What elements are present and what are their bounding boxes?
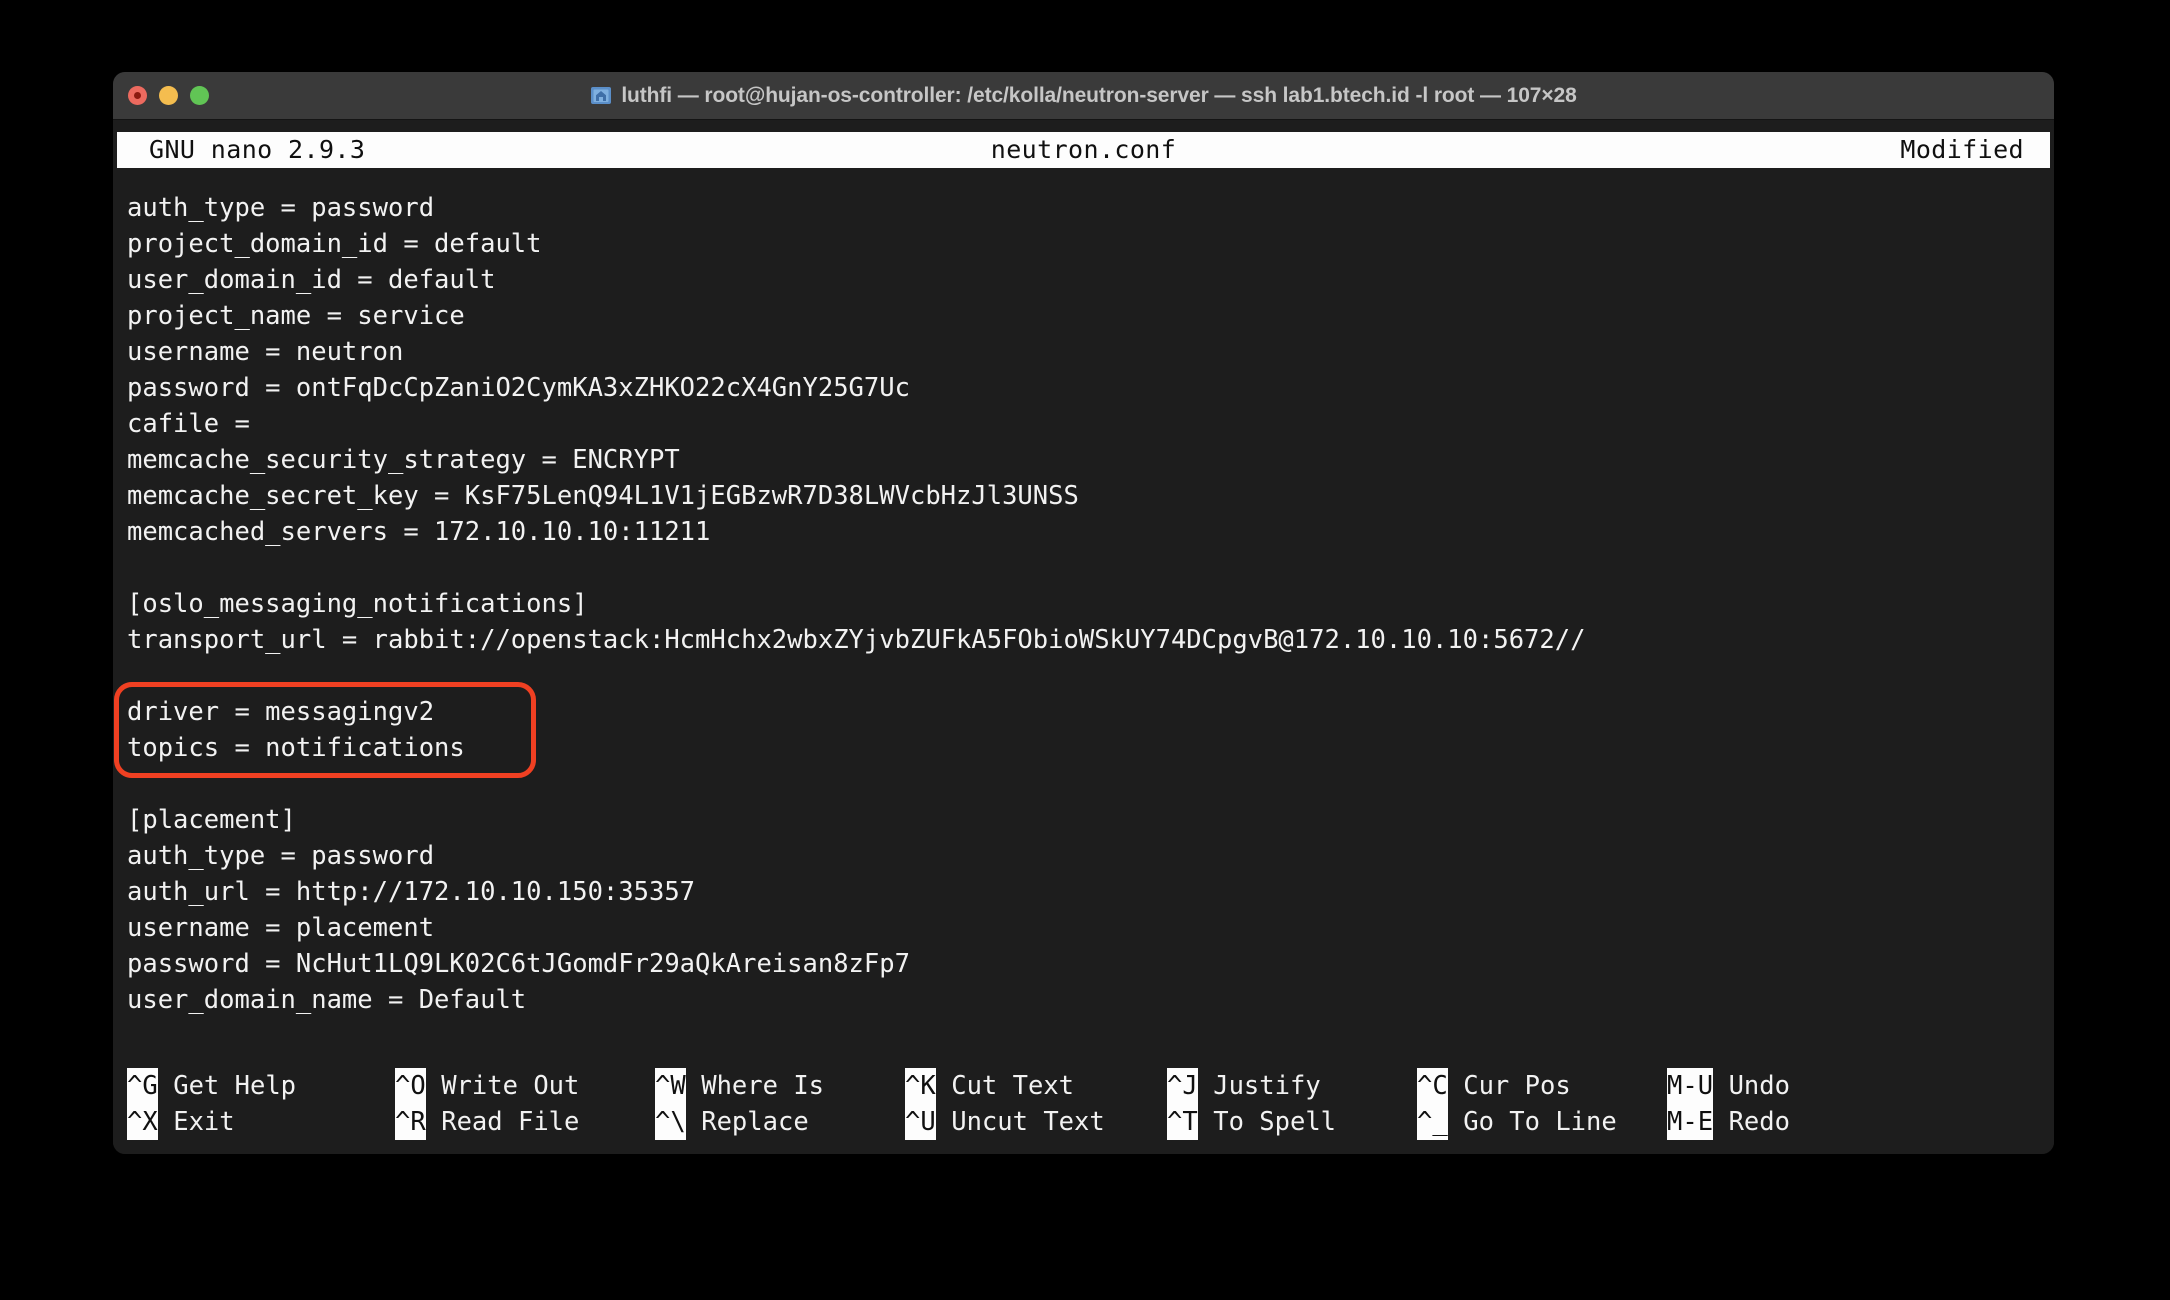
code-line[interactable]: username = neutron: [127, 334, 2054, 370]
code-line[interactable]: [placement]: [127, 802, 2054, 838]
shortcut-column: ^O Write Out ^R Read File: [395, 1068, 655, 1140]
title-bar[interactable]: luthfi — root@hujan-os-controller: /etc/…: [113, 72, 2054, 120]
code-line[interactable]: transport_url = rabbit://openstack:HcmHc…: [127, 622, 2054, 658]
minimize-button[interactable]: [159, 86, 178, 105]
shortcut-key: ^X: [127, 1104, 158, 1140]
code-line[interactable]: user_domain_id = default: [127, 262, 2054, 298]
window-title: luthfi — root@hujan-os-controller: /etc/…: [621, 83, 1577, 107]
shortcut-label: Read File: [441, 1107, 580, 1137]
shortcut-entry[interactable]: ^U Uncut Text: [905, 1104, 1167, 1140]
shortcut-entry[interactable]: ^W Where Is: [655, 1068, 905, 1104]
shortcut-label: To Spell: [1213, 1107, 1337, 1137]
nano-filename-label: neutron.conf: [990, 135, 1177, 164]
shortcut-entry[interactable]: ^R Read File: [395, 1104, 655, 1140]
code-line[interactable]: memcache_security_strategy = ENCRYPT: [127, 442, 2054, 478]
shortcut-column: ^G Get Help ^X Exit: [127, 1068, 395, 1140]
folder-icon: [590, 86, 612, 105]
code-line[interactable]: project_domain_id = default: [127, 226, 2054, 262]
code-line[interactable]: password = ontFqDcCpZaniO2CymKA3xZHKO22c…: [127, 370, 2054, 406]
shortcut-entry[interactable]: ^O Write Out: [395, 1068, 655, 1104]
shortcut-column: ^J Justify ^T To Spell: [1167, 1068, 1417, 1140]
shortcut-column: ^C Cur Pos ^_ Go To Line: [1417, 1068, 1667, 1140]
code-line[interactable]: auth_type = password: [127, 838, 2054, 874]
shortcut-entry[interactable]: ^_ Go To Line: [1417, 1104, 1667, 1140]
window-controls: [128, 72, 209, 119]
terminal-window: luthfi — root@hujan-os-controller: /etc/…: [113, 72, 2054, 1154]
shortcut-column: ^K Cut Text ^U Uncut Text: [905, 1068, 1167, 1140]
shortcut-key: ^O: [395, 1068, 426, 1104]
shortcut-entry[interactable]: M-U Undo: [1667, 1068, 1887, 1104]
code-line[interactable]: driver = messagingv2: [127, 694, 2054, 730]
shortcut-entry[interactable]: ^T To Spell: [1167, 1104, 1417, 1140]
nano-shortcut-bar: ^G Get Help ^X Exit ^O Write Out ^R Read File ^W…: [113, 1068, 2054, 1140]
code-line[interactable]: [127, 766, 2054, 802]
shortcut-label: Exit: [173, 1107, 235, 1137]
shortcut-entry[interactable]: ^X Exit: [127, 1104, 395, 1140]
shortcut-key: ^W: [655, 1068, 686, 1104]
shortcut-key: ^U: [905, 1104, 936, 1140]
title-bar-center: luthfi — root@hujan-os-controller: /etc/…: [113, 72, 2054, 119]
code-line[interactable]: memcache_secret_key = KsF75LenQ94L1V1jEG…: [127, 478, 2054, 514]
shortcut-label: Redo: [1728, 1107, 1790, 1137]
shortcut-key: ^\: [655, 1104, 686, 1140]
close-button[interactable]: [128, 86, 147, 105]
code-line[interactable]: topics = notifications: [127, 730, 2054, 766]
nano-text-area[interactable]: auth_type = password project_domain_id = …: [113, 190, 2054, 1018]
shortcut-key: ^G: [127, 1068, 158, 1104]
shortcut-entry[interactable]: ^\ Replace: [655, 1104, 905, 1140]
shortcut-label: Undo: [1728, 1071, 1790, 1101]
shortcut-key: M-E: [1667, 1104, 1714, 1140]
shortcut-column: M-U Undo M-E Redo: [1667, 1068, 1887, 1140]
shortcut-entry[interactable]: ^G Get Help: [127, 1068, 395, 1104]
code-line[interactable]: username = placement: [127, 910, 2054, 946]
shortcut-label: Get Help: [173, 1071, 297, 1101]
shortcut-label: Write Out: [441, 1071, 580, 1101]
code-line[interactable]: [127, 550, 2054, 586]
code-line[interactable]: auth_url = http://172.10.10.150:35357: [127, 874, 2054, 910]
shortcut-entry[interactable]: M-E Redo: [1667, 1104, 1887, 1140]
shortcut-key: ^C: [1417, 1068, 1448, 1104]
nano-modified-status: Modified: [1900, 135, 2024, 164]
code-line[interactable]: project_name = service: [127, 298, 2054, 334]
nano-editor-screen[interactable]: GNU nano 2.9.3 neutron.conf Modified aut…: [113, 120, 2054, 1154]
shortcut-entry[interactable]: ^K Cut Text: [905, 1068, 1167, 1104]
code-line[interactable]: auth_type = password: [127, 190, 2054, 226]
code-line[interactable]: user_domain_name = Default: [127, 982, 2054, 1018]
shortcut-entry[interactable]: ^C Cur Pos: [1417, 1068, 1667, 1104]
code-line[interactable]: [oslo_messaging_notifications]: [127, 586, 2054, 622]
shortcut-entry[interactable]: ^J Justify: [1167, 1068, 1417, 1104]
nano-header-bar: GNU nano 2.9.3 neutron.conf Modified: [117, 132, 2050, 168]
shortcut-key: ^T: [1167, 1104, 1198, 1140]
shortcut-label: Uncut Text: [951, 1107, 1105, 1137]
shortcut-label: Where Is: [701, 1071, 825, 1101]
shortcut-key: ^J: [1167, 1068, 1198, 1104]
shortcut-key: ^R: [395, 1104, 426, 1140]
maximize-button[interactable]: [190, 86, 209, 105]
shortcut-key: M-U: [1667, 1068, 1714, 1104]
code-line[interactable]: [127, 658, 2054, 694]
shortcut-label: Cur Pos: [1463, 1071, 1571, 1101]
shortcut-label: Go To Line: [1463, 1107, 1617, 1137]
shortcut-label: Cut Text: [951, 1071, 1075, 1101]
code-line[interactable]: password = NcHut1LQ9LK02C6tJGomdFr29aQkA…: [127, 946, 2054, 982]
shortcut-key: ^K: [905, 1068, 936, 1104]
shortcut-key: ^_: [1417, 1104, 1448, 1140]
shortcut-label: Justify: [1213, 1071, 1321, 1101]
code-line[interactable]: memcached_servers = 172.10.10.10:11211: [127, 514, 2054, 550]
shortcut-label: Replace: [701, 1107, 809, 1137]
shortcut-column: ^W Where Is ^\ Replace: [655, 1068, 905, 1140]
code-line[interactable]: cafile =: [127, 406, 2054, 442]
